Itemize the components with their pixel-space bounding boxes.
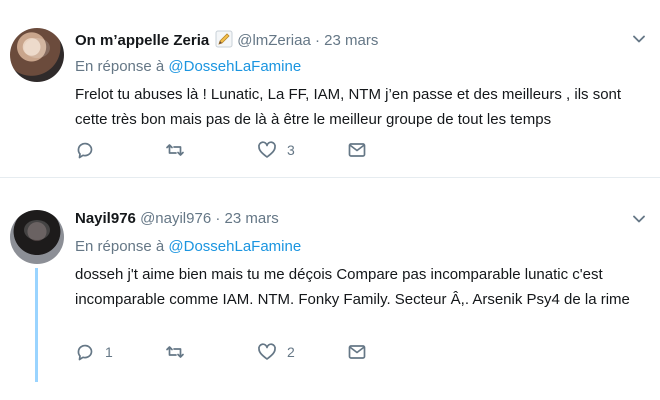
retweet-button[interactable] [165, 140, 185, 160]
reply-prefix: En réponse à [75, 238, 165, 255]
envelope-icon [348, 143, 366, 157]
separator-dot: · [215, 210, 221, 227]
like-count: 2 [287, 344, 295, 360]
heart-icon [258, 343, 276, 360]
thread-line [35, 268, 38, 382]
avatar-highlight [24, 38, 50, 58]
reply-to-link[interactable]: @DossehLaFamine [168, 238, 301, 255]
user-handle[interactable]: @lmZeriaa [237, 32, 311, 49]
avatar[interactable] [10, 210, 64, 264]
tweet-1[interactable]: On m’appelle Zeria @lmZeriaa · 23 mars En… [0, 0, 660, 178]
chevron-down-icon[interactable] [632, 32, 646, 46]
tweet-header: On m’appelle Zeria @lmZeriaa · 23 mars [75, 30, 378, 49]
display-name[interactable]: Nayil976 [75, 210, 136, 227]
reply-context: En réponse à @DossehLaFamine [75, 238, 301, 255]
retweet-button[interactable] [165, 342, 185, 362]
tweet-date[interactable]: 23 mars [225, 210, 279, 227]
separator-dot: · [314, 32, 320, 49]
reply-button[interactable]: 1 [75, 342, 113, 362]
retweet-icon [166, 346, 184, 358]
envelope-icon [348, 345, 366, 359]
direct-message-button[interactable] [347, 140, 367, 160]
reply-bubble-icon [77, 142, 93, 159]
like-count: 3 [287, 142, 295, 158]
avatar-highlight [24, 220, 50, 240]
direct-message-button[interactable] [347, 342, 367, 362]
display-name[interactable]: On m’appelle Zeria [75, 32, 209, 49]
tweet-text: Frelot tu abuses là ! Lunatic, La FF, IA… [75, 86, 622, 128]
tweet-date[interactable]: 23 mars [324, 32, 378, 49]
tweet-2[interactable]: Nayil976 @nayil976 · 23 mars En réponse … [0, 196, 660, 400]
like-button[interactable]: 2 [257, 342, 295, 362]
tweet-text: dosseh j't aime bien mais tu me déçois C… [75, 266, 630, 308]
pencil-emoji-icon [215, 30, 233, 48]
avatar[interactable] [10, 28, 64, 82]
reply-count: 1 [105, 344, 113, 360]
user-handle[interactable]: @nayil976 [140, 210, 211, 227]
reply-context: En réponse à @DossehLaFamine [75, 58, 301, 75]
reply-prefix: En réponse à [75, 58, 165, 75]
chevron-down-icon[interactable] [632, 212, 646, 226]
heart-icon [258, 141, 276, 158]
tweet-header: Nayil976 @nayil976 · 23 mars [75, 210, 279, 227]
reply-button[interactable] [75, 140, 105, 160]
reply-bubble-icon [77, 344, 93, 361]
reply-to-link[interactable]: @DossehLaFamine [168, 58, 301, 75]
retweet-icon [166, 144, 184, 156]
like-button[interactable]: 3 [257, 140, 295, 160]
